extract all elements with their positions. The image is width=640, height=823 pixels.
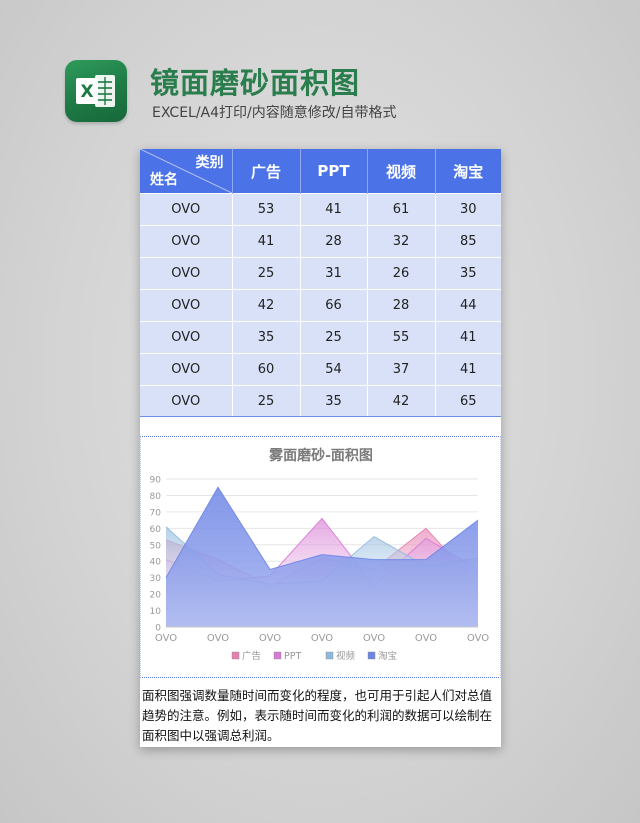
area-series — [166, 487, 478, 627]
chart-title: 雾面磨砂-面积图 — [268, 447, 373, 464]
legend-label: PPT — [284, 651, 301, 662]
row-name-cell: OVO — [140, 353, 233, 386]
table-cell: 65 — [435, 385, 501, 417]
y-tick-label: 10 — [150, 607, 162, 617]
table-cell: 37 — [367, 353, 436, 386]
row-name-cell: OVO — [140, 225, 233, 258]
legend-label: 广告 — [242, 650, 261, 662]
x-tick-label: OVO — [311, 633, 333, 644]
table-cell: 32 — [367, 225, 436, 258]
excel-icon: X — [76, 75, 115, 107]
legend-swatch — [325, 651, 334, 660]
table-cell: 53 — [232, 193, 301, 226]
table-cell: 41 — [300, 193, 368, 226]
row-name-cell: OVO — [140, 321, 233, 354]
table-cell: 25 — [300, 321, 368, 354]
y-tick-label: 50 — [150, 541, 162, 551]
x-tick-label: OVO — [207, 633, 229, 644]
row-name-cell: OVO — [140, 193, 233, 226]
table-bottom-border — [140, 416, 501, 417]
y-tick-label: 20 — [150, 591, 162, 601]
table-row: OVO 60 54 37 41 — [140, 353, 501, 386]
legend-label: 淘宝 — [378, 650, 397, 662]
y-tick-label: 90 — [150, 476, 162, 486]
y-tick-label: 40 — [150, 558, 162, 568]
y-tick-label: 60 — [150, 525, 162, 535]
table-cell: 60 — [232, 353, 301, 386]
table-cell: 35 — [232, 321, 301, 354]
row-name-cell: OVO — [140, 289, 233, 322]
table-cell: 28 — [367, 289, 436, 322]
column-header: 视频 — [367, 149, 436, 194]
x-tick-label: OVO — [259, 633, 281, 644]
x-tick-label: OVO — [363, 633, 385, 644]
data-table: 类别 姓名 广告 PPT 视频 淘宝 OVO 53 41 61 30 OVO 4… — [140, 149, 501, 417]
table-cell: 25 — [232, 257, 301, 290]
table-cell: 85 — [435, 225, 501, 258]
table-cell: 61 — [367, 193, 436, 226]
legend-swatch — [367, 651, 376, 660]
table-cell: 25 — [232, 385, 301, 417]
area-chart-svg: 雾面磨砂-面积图 0 10 20 30 40 50 60 70 80 90 OVO OVO OVO OVO… — [150, 447, 490, 662]
legend-swatch — [231, 651, 240, 660]
column-header: 广告 — [232, 149, 301, 194]
row-name-cell: OVO — [140, 385, 233, 417]
table-header-row: 类别 姓名 广告 PPT 视频 淘宝 — [140, 149, 501, 194]
table-cell: 55 — [367, 321, 436, 354]
table-row: OVO 25 35 42 65 — [140, 385, 501, 417]
table-cell: 26 — [367, 257, 436, 290]
row-name-cell: OVO — [140, 257, 233, 290]
y-tick-label: 30 — [150, 574, 162, 584]
table-cell: 42 — [232, 289, 301, 322]
table-cell: 30 — [435, 193, 501, 226]
y-tick-label: 80 — [150, 492, 162, 502]
column-header: 淘宝 — [435, 149, 501, 194]
table-cell: 54 — [300, 353, 368, 386]
legend-label: 视频 — [336, 650, 356, 662]
table-cell: 66 — [300, 289, 368, 322]
table-row: OVO 41 28 32 85 — [140, 225, 501, 258]
page-subtitle: EXCEL/A4打印/内容随意修改/自带格式 — [152, 105, 397, 121]
corner-label-category: 类别 — [195, 155, 224, 171]
y-tick-label: 0 — [155, 624, 161, 634]
excel-letter: X — [80, 82, 93, 102]
table-row: OVO 53 41 61 30 — [140, 193, 501, 226]
table-cell: 35 — [435, 257, 501, 290]
column-header: PPT — [300, 149, 368, 194]
table-row: OVO 42 66 28 44 — [140, 289, 501, 322]
table-cell: 41 — [435, 353, 501, 386]
table-cell: 42 — [367, 385, 436, 417]
corner-label-name: 姓名 — [150, 172, 178, 188]
corner-header-cell: 类别 姓名 — [140, 149, 233, 194]
table-cell: 41 — [232, 225, 301, 258]
page-title: 镜面磨砂面积图 — [150, 66, 361, 100]
x-tick-label: OVO — [155, 633, 177, 644]
excel-logo: X — [65, 60, 127, 122]
x-tick-label: OVO — [415, 633, 437, 644]
table-row: OVO 35 25 55 41 — [140, 321, 501, 354]
y-tick-label: 70 — [150, 508, 162, 518]
table-row: OVO 25 31 26 35 — [140, 257, 501, 290]
x-tick-label: OVO — [467, 633, 489, 644]
table-cell: 35 — [300, 385, 368, 417]
table-cell: 44 — [435, 289, 501, 322]
table-cell: 41 — [435, 321, 501, 354]
sheet-preview: 类别 姓名 广告 PPT 视频 淘宝 OVO 53 41 61 30 OVO 4… — [140, 149, 501, 747]
table-cell: 28 — [300, 225, 368, 258]
description-text: 面积图强调数量随时间而变化的程度，也可用于引起人们对总值趋势的注意。例如，表示随… — [142, 688, 493, 743]
legend-swatch — [273, 651, 282, 660]
table-cell: 31 — [300, 257, 368, 290]
area-chart: 雾面磨砂-面积图 0 10 20 30 40 50 60 70 80 90 OVO OVO OVO OVO… — [140, 436, 501, 678]
